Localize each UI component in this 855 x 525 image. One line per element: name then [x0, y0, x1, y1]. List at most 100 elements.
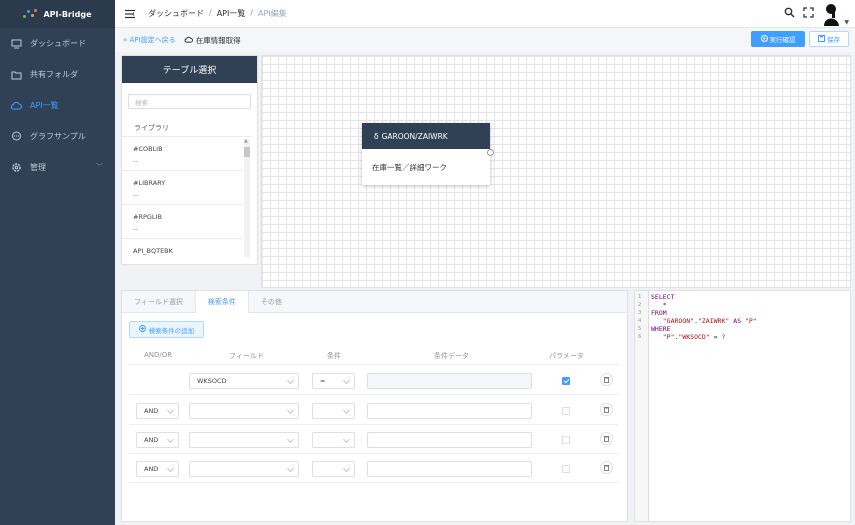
back-to-api-settings-link[interactable]: « API設定へ戻る — [123, 35, 176, 45]
sql-line: * — [651, 301, 667, 309]
add-condition-button[interactable]: 検索条件の追加 — [129, 321, 204, 338]
library-scrollbar[interactable]: ▲ — [244, 139, 250, 257]
table-select-panel: テーブル選択 検索 ライブラリ #COBLIB -- #LIBRARY -- #… — [121, 55, 258, 265]
breadcrumb-item[interactable]: API一覧 — [217, 8, 246, 19]
library-desc: -- — [133, 225, 138, 233]
hamburger-icon[interactable] — [124, 8, 136, 20]
table-row: WKSOCD = — [129, 366, 619, 395]
save-button[interactable]: 保存 — [809, 31, 849, 47]
sidebar-item-label: グラフサンプル — [30, 132, 86, 141]
tab-other[interactable]: その他 — [249, 291, 294, 312]
andor-select[interactable]: AND — [136, 461, 179, 477]
scrollbar-thumb[interactable] — [244, 147, 250, 157]
panel-tabs: フィールド選択 検索条件 その他 — [122, 291, 627, 313]
page-title-text: 在庫情報取得 — [195, 35, 241, 45]
operator-select[interactable] — [312, 403, 355, 419]
chat-icon — [10, 131, 22, 143]
scroll-up-icon[interactable]: ▲ — [244, 139, 248, 144]
andor-select[interactable]: AND — [136, 403, 179, 419]
sidebar-item-dashboard[interactable]: ダッシュボード — [0, 28, 115, 59]
list-item[interactable]: #COBLIB -- — [122, 137, 243, 171]
table-node-title: GAROON/ZAIWRK — [381, 131, 448, 141]
andor-select-value: AND — [144, 436, 159, 444]
field-select[interactable]: WKSOCD — [189, 373, 299, 389]
library-list: #COBLIB -- #LIBRARY -- #RPGLIB -- API_BQ… — [122, 137, 257, 257]
run-check-button[interactable]: 実行確認 — [751, 31, 805, 47]
save-label: 保存 — [827, 36, 840, 44]
node-connector-port[interactable] — [487, 149, 494, 156]
design-canvas[interactable]: δ GAROON/ZAIWRK 在庫一覧／詳細ワーク — [261, 55, 851, 288]
chevron-down-icon — [286, 406, 295, 415]
delete-row-button[interactable] — [600, 373, 613, 386]
sidebar-item-label: API一覧 — [30, 101, 59, 110]
tab-search-conditions[interactable]: 検索条件 — [194, 291, 249, 313]
play-circle-icon — [760, 34, 768, 44]
sql-editor[interactable]: 1 2 3 4 5 6 SELECT * FROM "GAROON"."ZAIW… — [634, 290, 851, 522]
run-check-label: 実行確認 — [769, 36, 796, 44]
chevron-down-icon — [166, 406, 175, 415]
table-node[interactable]: δ GAROON/ZAIWRK 在庫一覧／詳細ワーク — [362, 123, 494, 185]
parameter-checkbox[interactable] — [562, 377, 570, 385]
line-number: 6 — [638, 334, 642, 340]
list-item[interactable]: API_BQTEBK — [122, 239, 243, 257]
parameter-checkbox[interactable] — [562, 436, 570, 444]
operator-select[interactable]: = — [312, 373, 355, 389]
sidebar-item-api-list[interactable]: API一覧 — [0, 90, 115, 121]
breadcrumb: ダッシュボード / API一覧 / API編集 — [148, 8, 287, 19]
andor-select[interactable]: AND — [136, 432, 179, 448]
field-select[interactable] — [189, 403, 299, 419]
tab-field-select[interactable]: フィールド選択 — [122, 291, 195, 312]
sidebar-item-label: ダッシュボード — [30, 39, 86, 48]
sidebar-item-admin[interactable]: 管理 ﹀ — [0, 152, 115, 183]
gear-icon — [10, 162, 22, 174]
chevron-down-icon — [286, 376, 295, 385]
line-number: 4 — [638, 318, 642, 324]
brand[interactable]: API-Bridge — [0, 0, 115, 28]
delete-row-button[interactable] — [600, 461, 613, 474]
sidebar-item-graph-sample[interactable]: グラフサンプル — [0, 121, 115, 152]
condition-data-input[interactable] — [367, 432, 532, 448]
list-item[interactable]: #LIBRARY -- — [122, 171, 243, 205]
operator-select[interactable] — [312, 461, 355, 477]
table-node-body: 在庫一覧／詳細ワーク — [372, 162, 447, 172]
parameter-checkbox[interactable] — [562, 407, 570, 415]
condition-data-input[interactable] — [367, 373, 532, 389]
sub-toolbar: « API設定へ戻る 在庫情報取得 実行確認 保存 — [115, 28, 855, 52]
chevron-down-icon — [166, 464, 175, 473]
trash-icon — [603, 436, 610, 442]
operator-select[interactable] — [312, 432, 355, 448]
table-node-header[interactable]: δ GAROON/ZAIWRK — [362, 123, 490, 149]
field-select[interactable] — [189, 461, 299, 477]
condition-data-input[interactable] — [367, 403, 532, 419]
trash-icon — [603, 377, 610, 383]
delete-row-button[interactable] — [600, 403, 613, 416]
avatar[interactable]: ▼ — [822, 2, 849, 26]
search-icon[interactable] — [784, 7, 795, 20]
condition-data-input[interactable] — [367, 461, 532, 477]
sql-line: "P"."WKSOCD" = ? — [662, 333, 726, 341]
sidebar-item-shared-folder[interactable]: 共有フォルダ — [0, 59, 115, 90]
delete-row-button[interactable] — [600, 432, 613, 445]
cloud-icon — [10, 100, 22, 112]
chevron-down-icon: ﹀ — [96, 163, 103, 171]
parameter-checkbox[interactable] — [562, 465, 570, 473]
chevron-down-icon — [342, 376, 351, 385]
page-title: 在庫情報取得 — [184, 35, 241, 46]
fullscreen-icon[interactable] — [803, 7, 815, 20]
list-item[interactable]: #RPGLIB -- — [122, 205, 243, 239]
sidebar-item-label: 管理 — [30, 163, 46, 172]
sql-line: SELECT — [651, 293, 675, 301]
cloud-icon — [184, 36, 193, 45]
field-select[interactable] — [189, 432, 299, 448]
line-gutter: 1 2 3 4 5 6 — [635, 291, 649, 521]
library-name: #LIBRARY — [133, 179, 166, 187]
breadcrumb-item-current: API編集 — [258, 9, 287, 18]
breadcrumb-item[interactable]: ダッシュボード — [148, 8, 204, 19]
library-desc: -- — [133, 157, 138, 165]
table-search-input[interactable]: 検索 — [128, 94, 251, 109]
chevron-down-icon — [342, 464, 351, 473]
line-number: 3 — [638, 310, 642, 316]
brand-logo-icon — [23, 9, 38, 19]
plus-circle-icon — [138, 325, 146, 334]
chevron-down-icon — [342, 406, 351, 415]
